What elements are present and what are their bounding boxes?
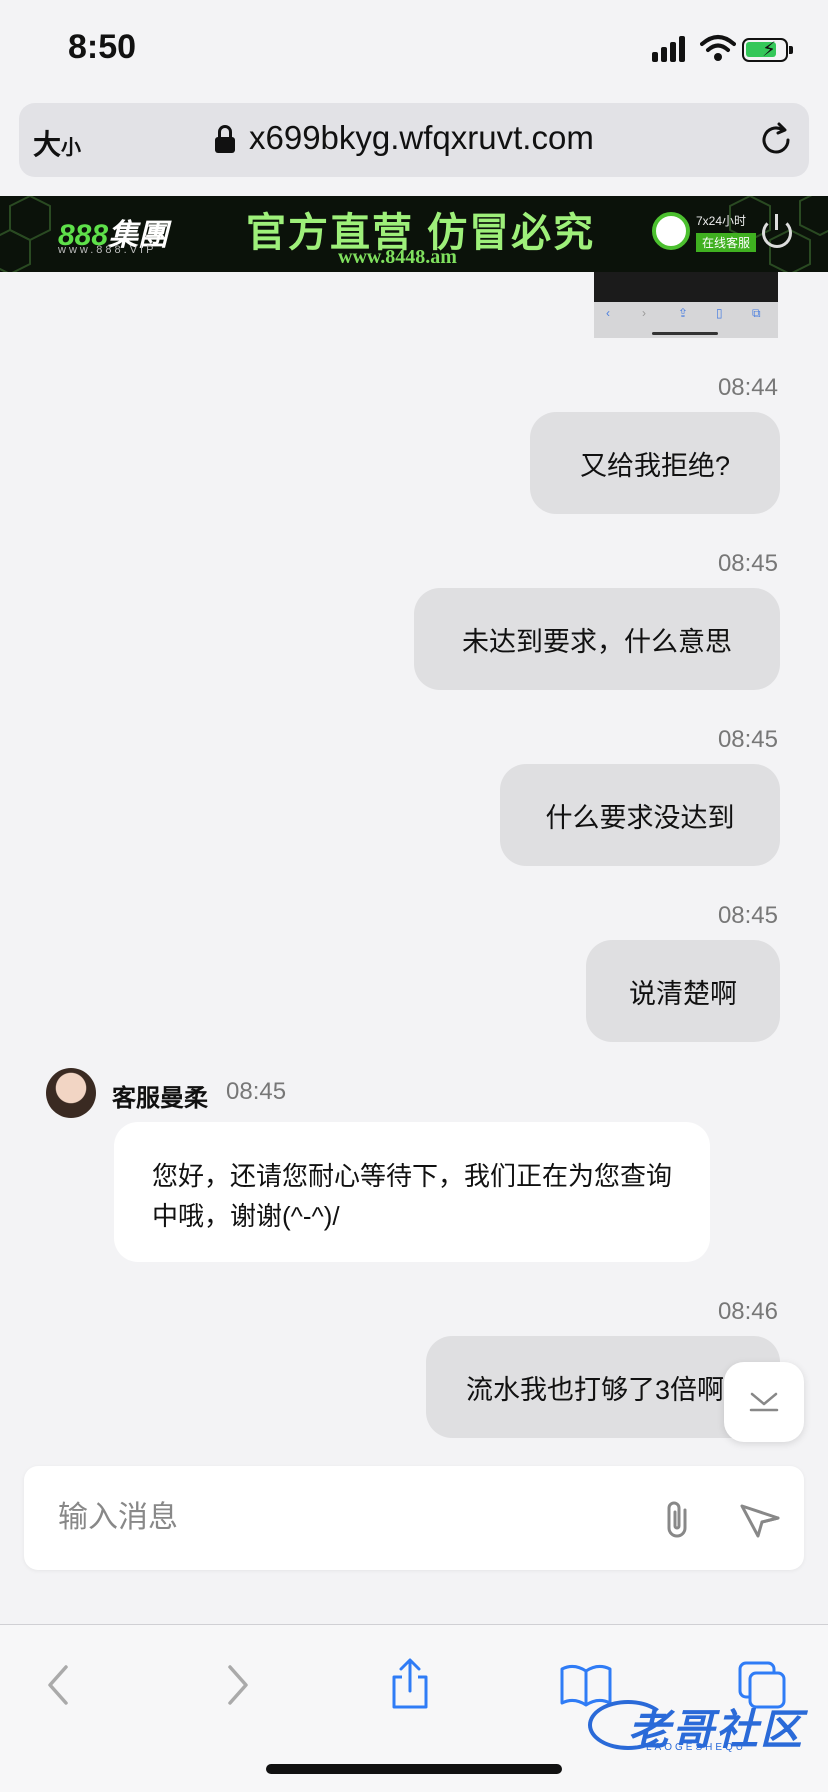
battery-icon: ⚡ <box>742 38 793 62</box>
message-text: 说清楚啊 <box>629 978 737 1009</box>
message-time: 08:46 <box>717 1298 778 1325</box>
message-time: 08:45 <box>226 1078 287 1105</box>
banner-site: www.8448.am <box>338 246 457 268</box>
message-bubble-outgoing[interactable]: 什么要求没达到 <box>500 764 780 866</box>
power-icon[interactable] <box>762 214 792 248</box>
wifi-icon <box>700 35 736 61</box>
message-bubble-outgoing[interactable]: 未达到要求，什么意思 <box>414 588 780 690</box>
message-text: 什么要求没达到 <box>545 802 735 833</box>
message-time: 08:44 <box>717 374 778 401</box>
message-text: 未达到要求，什么意思 <box>462 626 732 657</box>
message-bubble-outgoing[interactable]: 说清楚啊 <box>586 940 780 1042</box>
paperclip-icon[interactable] <box>658 1498 698 1542</box>
support-avatar-icon <box>652 212 690 250</box>
shared-screenshot-image[interactable]: ‹ › ⇪ ▯ ⧉ <box>594 272 778 338</box>
message-time: 08:45 <box>717 902 778 929</box>
text-size-button[interactable]: 大小 <box>33 123 81 163</box>
agent-name: 客服曼柔 <box>112 1085 208 1112</box>
message-composer <box>24 1466 804 1570</box>
forward-icon[interactable] <box>208 1657 264 1713</box>
message-time: 08:45 <box>717 550 778 577</box>
send-icon[interactable] <box>736 1496 784 1544</box>
share-icon[interactable] <box>382 1657 438 1713</box>
banner-service-label: 在线客服 <box>696 233 757 252</box>
back-icon[interactable] <box>32 1657 88 1713</box>
watermark-subtext: LAOGESHEQU <box>646 1742 747 1753</box>
text-size-small-label: 小 <box>61 137 82 159</box>
message-text: 您好，还请您耐心等待下，我们正在为您查询中哦，谢谢(^-^)/ <box>152 1161 673 1231</box>
status-time: 8:50 <box>68 28 137 66</box>
message-bubble-outgoing[interactable]: 又给我拒绝? <box>530 412 780 514</box>
status-bar: 8:50 ⚡ <box>0 0 828 100</box>
reload-icon[interactable] <box>757 121 795 159</box>
message-bubble-incoming[interactable]: 您好，还请您耐心等待下，我们正在为您查询中哦，谢谢(^-^)/ <box>114 1122 710 1262</box>
community-watermark: 老哥社区 LAOGESHEQU <box>588 1694 810 1756</box>
banner-domain: www.888.VIP <box>58 244 157 256</box>
banner-service: 7x24小时 在线客服 <box>696 212 757 252</box>
cellular-signal-icon <box>652 36 688 62</box>
address-bar[interactable]: 大小 x699bkyg.wfqxruvt.com <box>19 103 809 177</box>
message-input[interactable] <box>58 1492 618 1544</box>
message-text: 又给我拒绝? <box>579 450 731 481</box>
agent-avatar[interactable] <box>46 1068 96 1118</box>
banner-service-hours: 7x24小时 <box>696 214 747 228</box>
text-size-big-label: 大 <box>33 129 62 160</box>
promo-banner[interactable]: 888集團 www.888.VIP 官方直营 仿冒必究 www.8448.am … <box>0 196 828 272</box>
lock-icon <box>215 125 235 155</box>
message-time: 08:45 <box>717 726 778 753</box>
home-indicator[interactable] <box>266 1764 562 1774</box>
chevron-down-icon <box>749 1392 779 1412</box>
url-text[interactable]: x699bkyg.wfqxruvt.com <box>249 119 594 157</box>
message-text: 流水我也打够了3倍啊 <box>466 1374 725 1405</box>
scroll-to-bottom-button[interactable] <box>724 1362 804 1442</box>
